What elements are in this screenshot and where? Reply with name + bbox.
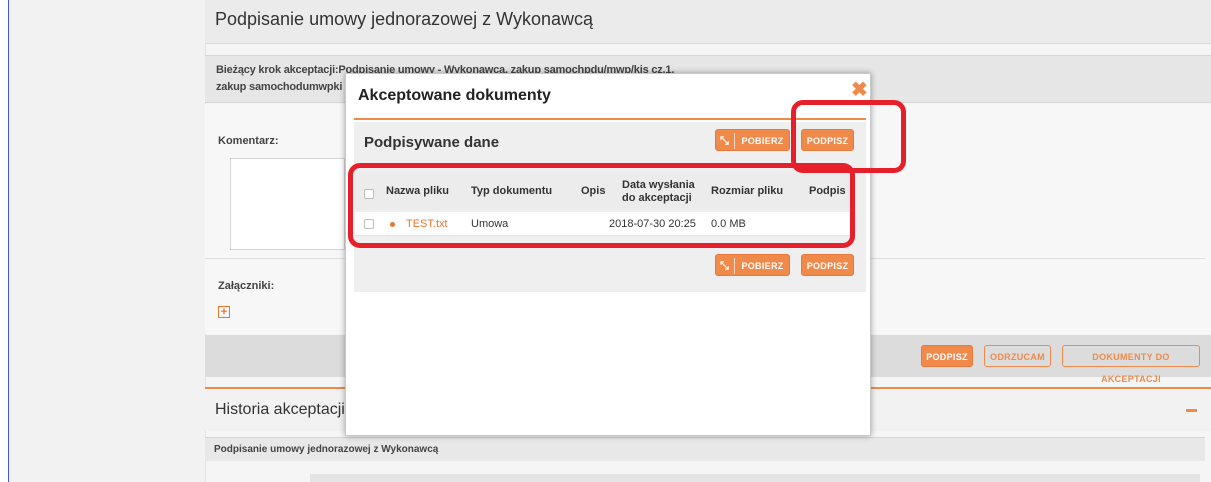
history-table-row	[310, 474, 1200, 482]
download-label: POBIERZ	[741, 136, 784, 146]
attachments-label: Załączniki:	[218, 280, 275, 292]
comment-label: Komentarz:	[218, 135, 279, 147]
close-icon[interactable]: ✖	[851, 80, 868, 100]
collapse-icon[interactable]	[1186, 409, 1197, 412]
expand-arrows-icon: ⤡	[720, 260, 730, 272]
download-button-top[interactable]: ⤡ POBIERZ	[715, 129, 790, 151]
history-subheader: Podpisanie umowy jednorazowej z Wykonawc…	[205, 437, 1205, 461]
section-title: Podpisywane dane	[364, 134, 500, 151]
button-separator	[734, 258, 735, 274]
history-title: Historia akceptacji	[215, 401, 345, 418]
documents-to-accept-button[interactable]: DOKUMENTY DO AKCEPTACJI	[1062, 345, 1200, 384]
page-title: Podpisanie umowy jednorazowej z Wykonawc…	[215, 9, 594, 29]
comment-textarea[interactable]	[230, 158, 345, 250]
sign-button-bottom[interactable]: PODPISZ	[801, 254, 854, 276]
reject-button[interactable]: ODRZUCAM	[984, 345, 1051, 367]
modal-title: Akceptowane dokumenty	[358, 87, 551, 104]
download-button-bottom[interactable]: ⤡ POBIERZ	[715, 254, 790, 276]
sign-button[interactable]: PODPISZ	[921, 345, 973, 367]
button-separator	[734, 133, 735, 149]
download-label: POBIERZ	[741, 261, 784, 271]
current-step-line-2: zakup samochodumwpki	[216, 81, 343, 93]
page-header: Podpisanie umowy jednorazowej z Wykonawc…	[205, 0, 1211, 44]
modal-divider	[354, 118, 866, 120]
add-attachment-icon[interactable]: +	[218, 306, 230, 318]
history-subtitle: Podpisanie umowy jednorazowej z Wykonawc…	[214, 444, 439, 455]
highlight-documents-table	[348, 163, 855, 248]
expand-arrows-icon: ⤡	[720, 135, 730, 147]
